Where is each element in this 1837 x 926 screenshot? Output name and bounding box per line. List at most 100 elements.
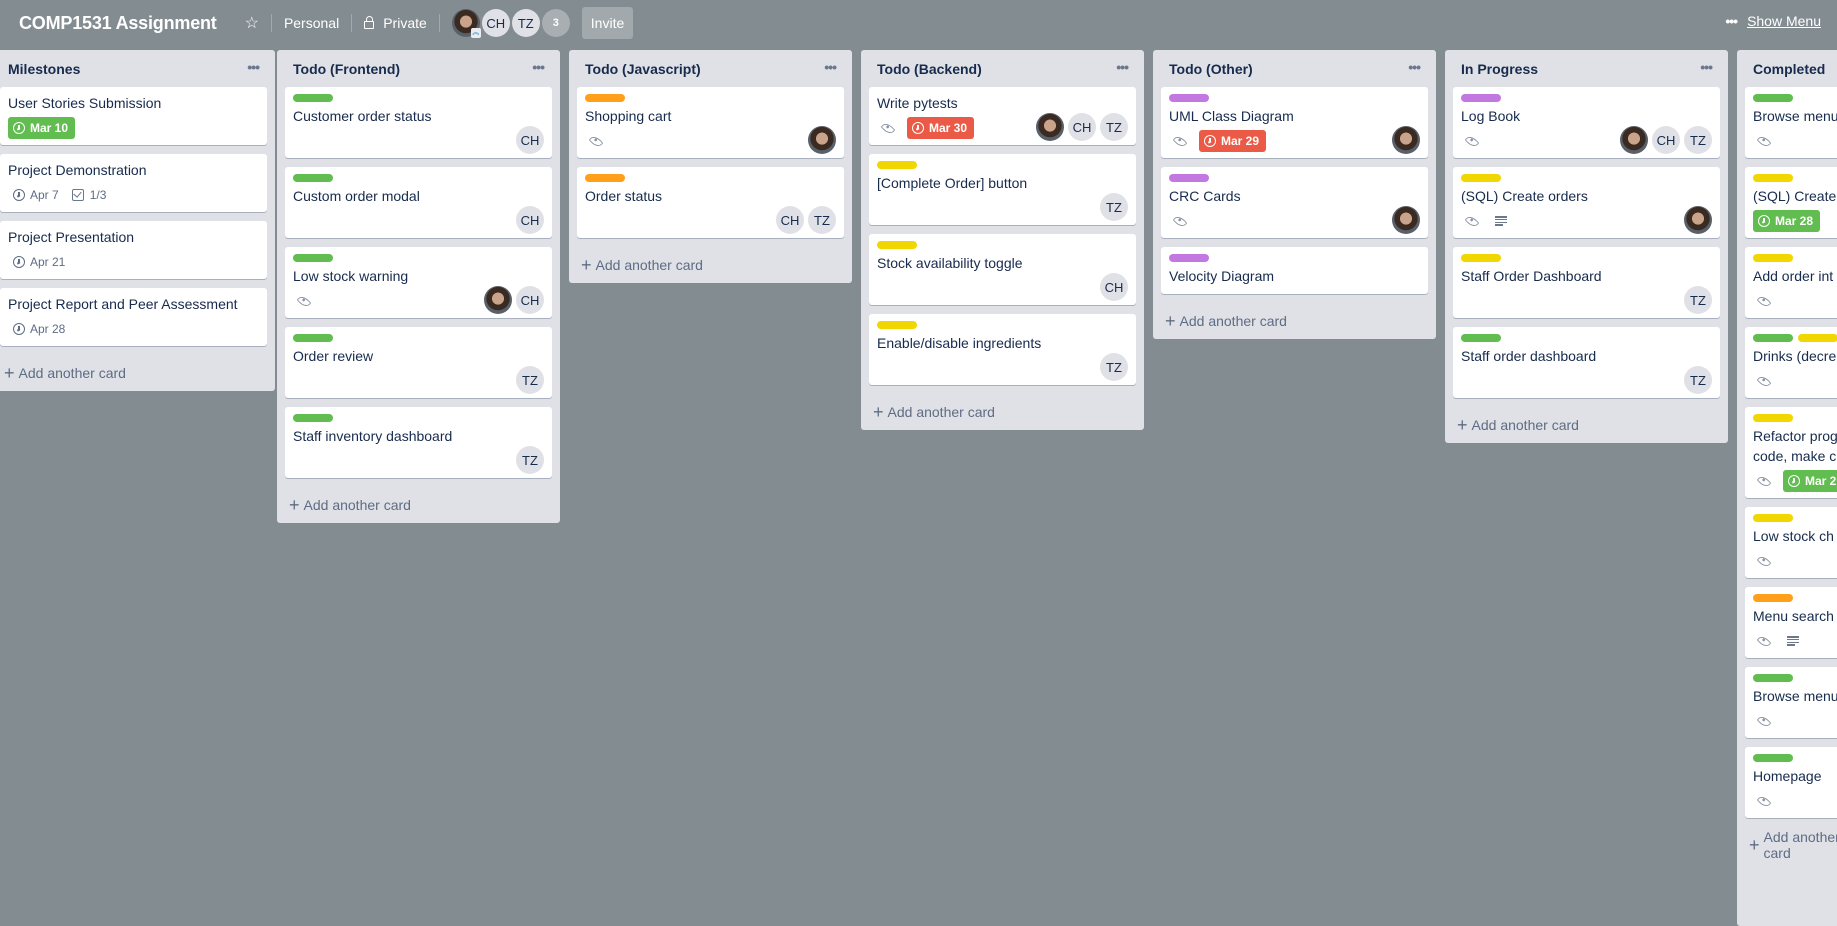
label-green[interactable] — [293, 174, 333, 182]
card[interactable]: Low stock ch — [1745, 507, 1837, 578]
due-date-badge[interactable]: Apr 7 — [8, 184, 66, 206]
member-avatar-photo[interactable] — [1392, 206, 1420, 234]
label-green[interactable] — [293, 414, 333, 422]
card[interactable]: Log Book CH TZ — [1453, 87, 1720, 158]
label-yellow[interactable] — [1753, 414, 1793, 422]
card[interactable]: Velocity Diagram — [1161, 247, 1428, 294]
member-avatar[interactable]: TZ — [1684, 366, 1712, 394]
list-menu-icon[interactable]: ••• — [1408, 59, 1421, 75]
label-green[interactable] — [1753, 754, 1793, 762]
due-date-badge[interactable]: Mar 2 — [1783, 470, 1837, 492]
member-avatar[interactable]: CH — [1652, 126, 1680, 154]
invite-button[interactable]: Invite — [581, 7, 634, 39]
label-orange[interactable] — [1753, 594, 1793, 602]
card[interactable]: Project Report and Peer Assessment Apr 28 — [0, 288, 267, 346]
card[interactable]: Add order int — [1745, 247, 1837, 318]
add-card-button[interactable]: + Add another card — [1453, 407, 1720, 443]
label-green[interactable] — [1753, 674, 1793, 682]
label-yellow[interactable] — [1753, 174, 1793, 182]
card[interactable]: Homepage — [1745, 747, 1837, 818]
member-avatar[interactable]: TZ — [1684, 286, 1712, 314]
list-title[interactable]: Completed — [1753, 61, 1825, 77]
label-yellow[interactable] — [1753, 254, 1793, 262]
card[interactable]: Custom order modal CH — [285, 167, 552, 238]
card[interactable]: Shopping cart — [577, 87, 844, 158]
card[interactable]: Browse menu — [1745, 667, 1837, 738]
label-purple[interactable] — [1169, 174, 1209, 182]
list-title[interactable]: Todo (Backend) — [877, 61, 982, 77]
member-avatar[interactable]: TZ — [516, 366, 544, 394]
card[interactable]: User Stories Submission Mar 10 — [0, 87, 267, 145]
member-avatar-photo[interactable] — [1684, 206, 1712, 234]
label-green[interactable] — [293, 94, 333, 102]
member-avatar[interactable]: TZ — [1100, 113, 1128, 141]
card[interactable]: CRC Cards — [1161, 167, 1428, 238]
member-avatar[interactable]: TZ — [1100, 193, 1128, 221]
card[interactable]: Menu search — [1745, 587, 1837, 658]
card[interactable]: Low stock warning CH — [285, 247, 552, 318]
list-menu-icon[interactable]: ••• — [1116, 59, 1129, 75]
member-avatar[interactable]: CH — [776, 206, 804, 234]
list-title[interactable]: In Progress — [1461, 61, 1538, 77]
member-avatar[interactable]: TZ — [1100, 353, 1128, 381]
card[interactable]: Customer order status CH — [285, 87, 552, 158]
label-purple[interactable] — [1169, 94, 1209, 102]
card[interactable]: Order status CH TZ — [577, 167, 844, 238]
member-avatar-photo[interactable] — [484, 286, 512, 314]
board-title[interactable]: COMP1531 Assignment — [19, 13, 217, 34]
list-title[interactable]: Todo (Other) — [1169, 61, 1253, 77]
card[interactable]: UML Class Diagram Mar 29 — [1161, 87, 1428, 158]
card[interactable]: Project Demonstration Apr 7 1/3 — [0, 154, 267, 212]
list-menu-icon[interactable]: ••• — [247, 59, 260, 75]
card[interactable]: (SQL) Create orders — [1453, 167, 1720, 238]
card[interactable]: Staff Order Dashboard TZ — [1453, 247, 1720, 318]
member-avatar[interactable]: CH — [1068, 113, 1096, 141]
star-icon[interactable]: ☆ — [245, 13, 259, 33]
visibility-button[interactable]: Private — [364, 15, 427, 31]
card[interactable]: Refactor prog code, make c Mar 2 — [1745, 407, 1837, 498]
card[interactable]: Stock availability toggle CH — [869, 234, 1136, 305]
due-date-badge[interactable]: Mar 30 — [907, 117, 975, 139]
list-title[interactable]: Todo (Javascript) — [585, 61, 701, 77]
label-purple[interactable] — [1169, 254, 1209, 262]
label-green[interactable] — [1461, 334, 1501, 342]
card[interactable]: Staff order dashboard TZ — [1453, 327, 1720, 398]
label-yellow[interactable] — [1461, 254, 1501, 262]
member-avatar[interactable]: CH — [516, 286, 544, 314]
card[interactable]: Order review TZ — [285, 327, 552, 398]
add-card-button[interactable]: + Add another card — [285, 487, 552, 523]
card[interactable]: (SQL) Create Mar 28 — [1745, 167, 1837, 238]
member-avatar[interactable]: TZ — [511, 9, 540, 37]
add-card-button[interactable]: + Add another card — [577, 247, 844, 283]
add-card-button[interactable]: + Add another card — [1161, 303, 1428, 339]
due-date-badge[interactable]: Apr 28 — [8, 318, 72, 340]
member-avatar[interactable]: CH — [516, 206, 544, 234]
list-title[interactable]: Milestones — [8, 61, 80, 77]
list-menu-icon[interactable]: ••• — [1700, 59, 1713, 75]
label-green[interactable] — [293, 334, 333, 342]
card[interactable]: Write pytests Mar 30 CH TZ — [869, 87, 1136, 145]
member-avatar-photo[interactable] — [1036, 113, 1064, 141]
member-avatar[interactable]: CH — [1100, 273, 1128, 301]
member-count[interactable]: 3 — [541, 9, 570, 37]
member-avatar[interactable]: TZ — [516, 446, 544, 474]
label-yellow[interactable] — [1461, 174, 1501, 182]
due-date-badge[interactable]: Apr 21 — [8, 251, 72, 273]
due-date-badge[interactable]: Mar 10 — [8, 117, 76, 139]
card[interactable]: Drinks (decre — [1745, 327, 1837, 398]
card[interactable]: Browse menu — [1745, 87, 1837, 158]
label-yellow[interactable] — [877, 241, 917, 249]
label-orange[interactable] — [585, 174, 625, 182]
list-menu-icon[interactable]: ••• — [532, 59, 545, 75]
show-menu-button[interactable]: ••• Show Menu — [1725, 13, 1821, 29]
add-card-button[interactable]: + Add another card — [869, 394, 1136, 430]
due-date-badge[interactable]: Mar 28 — [1753, 210, 1821, 232]
label-green[interactable] — [293, 254, 333, 262]
label-green[interactable] — [1753, 94, 1793, 102]
label-yellow[interactable] — [1753, 514, 1793, 522]
label-yellow[interactable] — [877, 161, 917, 169]
label-yellow[interactable] — [1798, 334, 1837, 342]
card[interactable]: Enable/disable ingredients TZ — [869, 314, 1136, 385]
team-button[interactable]: Personal — [284, 15, 339, 31]
card[interactable]: Staff inventory dashboard TZ — [285, 407, 552, 478]
